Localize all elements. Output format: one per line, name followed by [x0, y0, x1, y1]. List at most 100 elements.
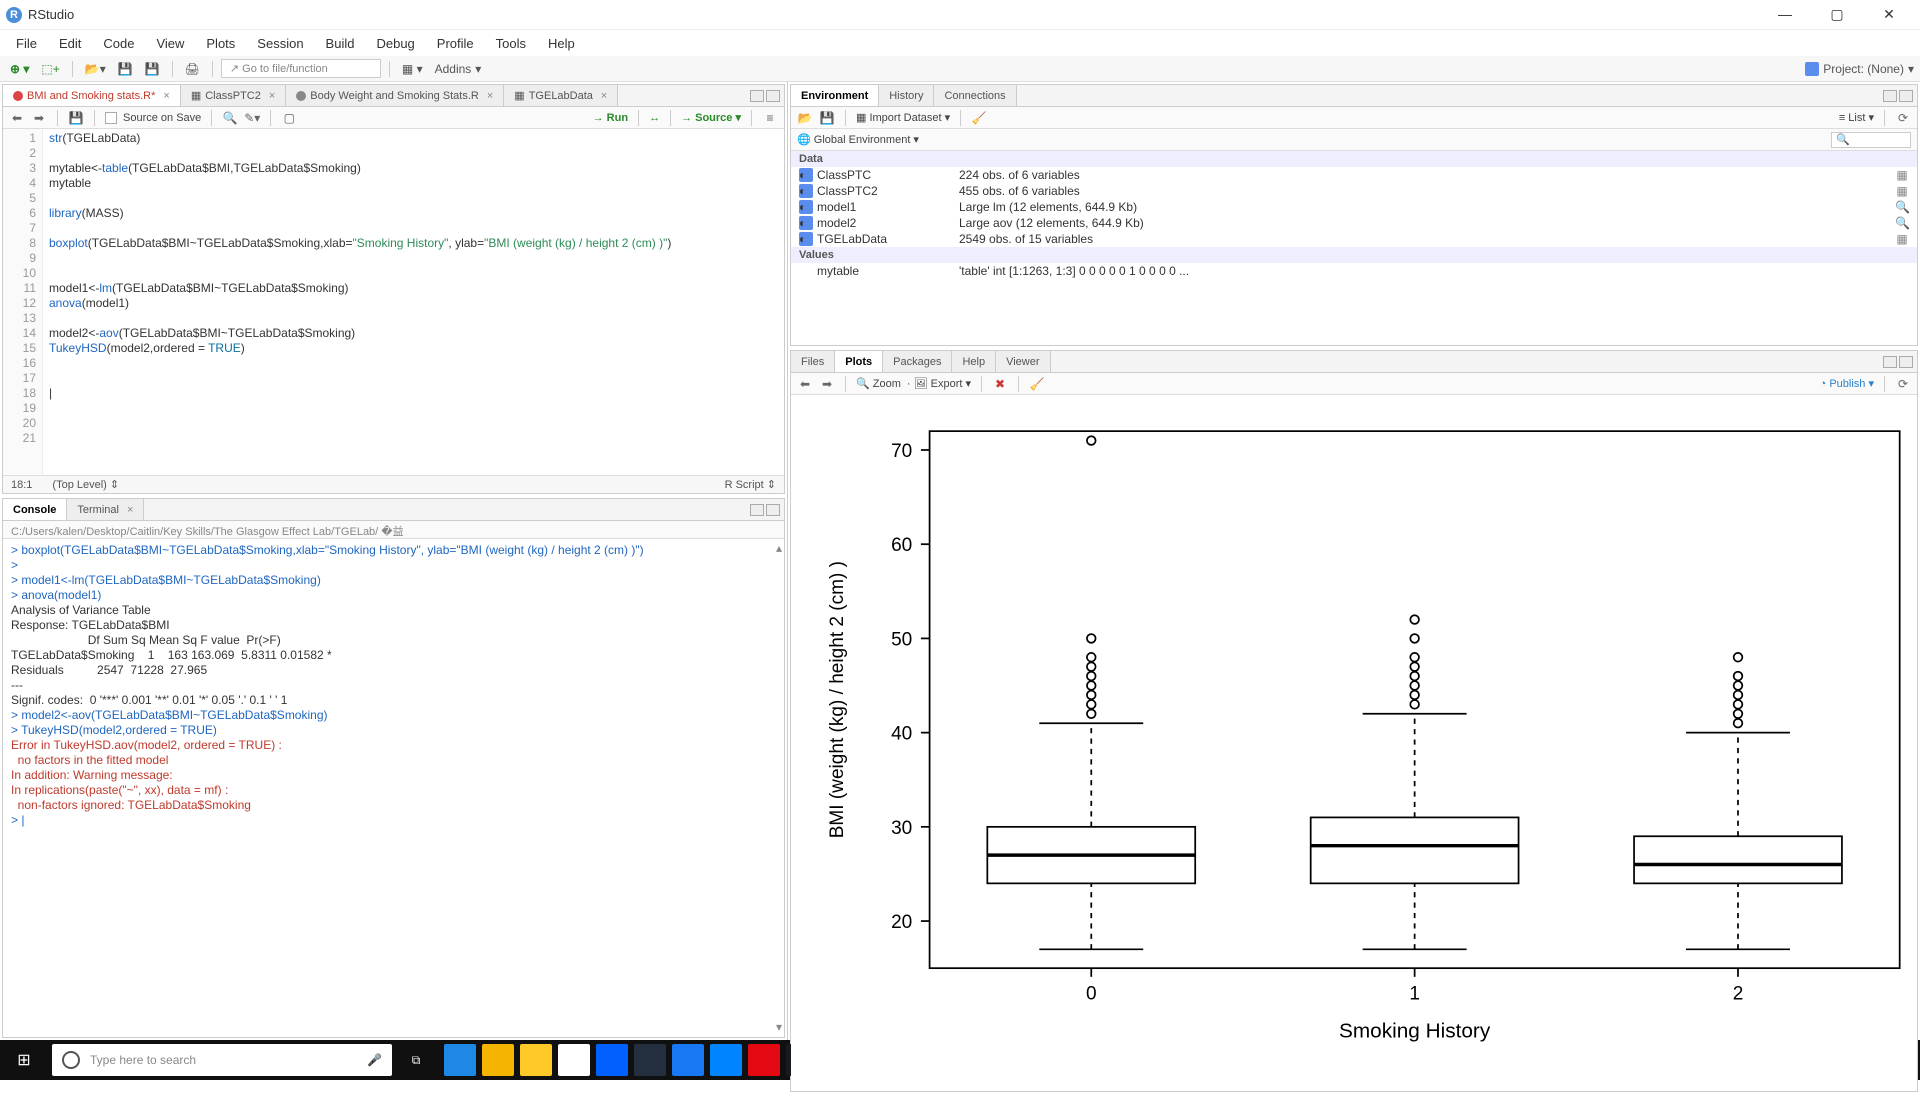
env-search-input[interactable]: 🔍: [1831, 132, 1911, 148]
tab-history[interactable]: History: [879, 85, 934, 106]
save-icon[interactable]: 💾: [114, 60, 137, 78]
taskbar-app-amazon[interactable]: [634, 1044, 666, 1076]
publish-button[interactable]: ◔ Publish ▾: [1820, 377, 1874, 390]
env-row[interactable]: mytable'table' int [1:1263, 1:3] 0 0 0 0…: [791, 263, 1917, 279]
pane-layout-icons[interactable]: [1883, 356, 1917, 368]
forward-icon[interactable]: ➡: [31, 111, 47, 125]
source-button[interactable]: → Source ▾: [681, 111, 741, 124]
tab-packages[interactable]: Packages: [883, 351, 952, 372]
tab-tgelabdata[interactable]: ▦TGELabData×: [504, 85, 618, 106]
menu-edit[interactable]: Edit: [49, 33, 91, 54]
menu-help[interactable]: Help: [538, 33, 585, 54]
magnify-icon[interactable]: 🔍: [1895, 216, 1909, 230]
tab-terminal[interactable]: Terminal×: [67, 499, 144, 520]
project-menu[interactable]: Project: (None) ▾: [1805, 62, 1914, 76]
export-button[interactable]: · 🖼 Export ▾: [907, 377, 971, 390]
menu-plots[interactable]: Plots: [196, 33, 245, 54]
list-view-button[interactable]: ≡ List ▾: [1839, 111, 1874, 124]
menu-build[interactable]: Build: [316, 33, 365, 54]
env-row[interactable]: ◐ model1Large lm (12 elements, 644.9 Kb)…: [791, 199, 1917, 215]
addins-menu[interactable]: Addins ▾: [431, 60, 486, 78]
save-icon[interactable]: 💾: [68, 111, 84, 125]
find-icon[interactable]: 🔍: [222, 111, 238, 125]
taskbar-search[interactable]: Type here to search 🎤: [52, 1044, 392, 1076]
report-icon[interactable]: ▢: [281, 111, 297, 125]
grid-icon[interactable]: ▦: [1895, 168, 1909, 182]
zoom-button[interactable]: 🔍 Zoom: [856, 377, 901, 390]
tab-plots[interactable]: Plots: [835, 351, 883, 372]
close-button[interactable]: ✕: [1872, 6, 1906, 23]
env-scope-button[interactable]: 🌐 Global Environment ▾: [797, 133, 919, 146]
task-view-icon[interactable]: ⧉: [396, 1053, 436, 1068]
minimize-button[interactable]: —: [1768, 6, 1802, 23]
tab-viewer[interactable]: Viewer: [996, 351, 1050, 372]
clear-plots-icon[interactable]: 🧹: [1029, 377, 1045, 391]
taskbar-app-chrome[interactable]: [482, 1044, 514, 1076]
close-tab-icon[interactable]: ×: [127, 504, 133, 516]
tab-console[interactable]: Console: [3, 499, 67, 520]
close-tab-icon[interactable]: ×: [269, 90, 275, 102]
menu-code[interactable]: Code: [93, 33, 144, 54]
tab-connections[interactable]: Connections: [934, 85, 1016, 106]
taskbar-app-store[interactable]: [558, 1044, 590, 1076]
env-row[interactable]: ◐ ClassPTC2455 obs. of 6 variables▦: [791, 183, 1917, 199]
code-editor[interactable]: 1 2 3 4 5 6 7 8 9 10 11 12 13 14 15 16 1…: [3, 129, 784, 475]
open-file-icon[interactable]: 📂▾: [81, 60, 110, 78]
taskbar-app-messenger[interactable]: [710, 1044, 742, 1076]
scroll-down-icon[interactable]: ▾: [776, 1020, 782, 1035]
refresh-icon[interactable]: ⟳: [1895, 111, 1911, 125]
run-button[interactable]: → Run: [593, 112, 628, 124]
import-dataset-button[interactable]: ▦ Import Dataset ▾: [856, 111, 950, 124]
tab-help[interactable]: Help: [952, 351, 996, 372]
back-icon[interactable]: ⬅: [9, 111, 25, 125]
refresh-icon[interactable]: ⟳: [1895, 377, 1911, 391]
tab-bodyweight[interactable]: Body Weight and Smoking Stats.R×: [286, 85, 504, 106]
print-icon[interactable]: 🖨: [181, 60, 204, 78]
menu-profile[interactable]: Profile: [427, 33, 484, 54]
outline-icon[interactable]: ≡: [762, 111, 778, 125]
close-tab-icon[interactable]: ×: [163, 90, 169, 102]
save-all-icon[interactable]: 💾: [141, 60, 164, 78]
remove-plot-icon[interactable]: ✖: [992, 377, 1008, 391]
pane-layout-icons[interactable]: [750, 504, 784, 516]
tab-classptc2[interactable]: ▦ClassPTC2×: [181, 85, 286, 106]
menu-debug[interactable]: Debug: [366, 33, 424, 54]
scope-label[interactable]: (Top Level) ⇕: [52, 478, 119, 491]
rerun-icon[interactable]: ↔: [649, 112, 660, 124]
env-row[interactable]: ◐ ClassPTC224 obs. of 6 variables▦: [791, 167, 1917, 183]
grid-icon[interactable]: ▦: [1895, 184, 1909, 198]
console-output[interactable]: > boxplot(TGELabData$BMI~TGELabData$Smok…: [3, 539, 784, 1037]
taskbar-app-files[interactable]: [520, 1044, 552, 1076]
new-project-icon[interactable]: ⬚+: [37, 60, 63, 78]
grid-icon[interactable]: ▦ ▾: [398, 60, 427, 78]
tab-files[interactable]: Files: [791, 351, 835, 372]
mic-icon[interactable]: 🎤: [367, 1053, 382, 1067]
close-tab-icon[interactable]: ×: [601, 90, 607, 102]
clear-icon[interactable]: 🧹: [971, 111, 987, 125]
wand-icon[interactable]: ✎▾: [244, 111, 260, 125]
plot-prev-icon[interactable]: ⬅: [797, 377, 813, 391]
pane-layout-icons[interactable]: [1883, 90, 1917, 102]
source-on-save-check[interactable]: [105, 112, 117, 124]
plot-next-icon[interactable]: ➡: [819, 377, 835, 391]
load-icon[interactable]: 📂: [797, 111, 813, 125]
taskbar-app-netflix[interactable]: [748, 1044, 780, 1076]
code-area[interactable]: str(TGELabData) mytable<-table(TGELabDat…: [43, 129, 784, 475]
pane-layout-icons[interactable]: [750, 90, 784, 102]
grid-icon[interactable]: ▦: [1895, 232, 1909, 246]
taskbar-app-edge[interactable]: [444, 1044, 476, 1076]
tab-environment[interactable]: Environment: [791, 85, 879, 106]
env-row[interactable]: ◐ TGELabData2549 obs. of 15 variables▦: [791, 231, 1917, 247]
save-icon[interactable]: 💾: [819, 111, 835, 125]
tab-bmi-smoking[interactable]: BMI and Smoking stats.R*×: [3, 85, 181, 106]
new-file-icon[interactable]: ⊕ ▾: [6, 60, 33, 78]
menu-view[interactable]: View: [146, 33, 194, 54]
env-row[interactable]: ◐ model2Large aov (12 elements, 644.9 Kb…: [791, 215, 1917, 231]
menu-session[interactable]: Session: [247, 33, 313, 54]
menu-tools[interactable]: Tools: [486, 33, 536, 54]
scroll-up-icon[interactable]: ▴: [776, 541, 782, 556]
taskbar-app-dropbox[interactable]: [596, 1044, 628, 1076]
language-label[interactable]: R Script ⇕: [725, 478, 776, 491]
menu-file[interactable]: File: [6, 33, 47, 54]
goto-file-input[interactable]: ↗ Go to file/function: [221, 59, 381, 78]
